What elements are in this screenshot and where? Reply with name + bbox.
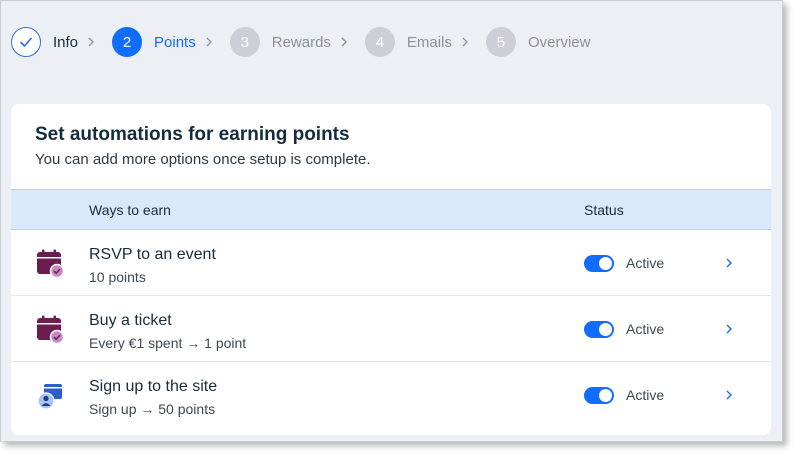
status-text: Active [626,255,665,271]
step-label-rewards: Rewards [271,33,331,51]
status-toggle[interactable] [584,321,614,338]
step-number-circle: 3 [229,27,260,57]
step-emails[interactable]: 4 Emails [364,27,486,57]
step-label-info: Info [53,33,79,51]
step-number-circle: 2 [112,27,143,57]
row-title: Sign up to the site [89,378,218,395]
step-points[interactable]: 2 Points [112,27,230,57]
column-header-status: Status [584,202,624,218]
step-rewards[interactable]: 3 Rewards [229,27,365,57]
row-title: Buy a ticket [89,312,172,329]
row-subtitle: Sign up → 50 points [89,401,216,417]
step-info[interactable]: Info [11,27,112,57]
row-subtitle: 10 points [89,269,146,285]
calendar-check-icon [35,315,65,345]
step-number-circle: 5 [485,27,516,57]
calendar-check-icon [35,249,65,279]
chevron-right-icon[interactable] [721,321,737,337]
user-signup-icon [35,381,65,411]
step-label-overview: Overview [527,33,591,51]
status-toggle[interactable] [584,255,614,272]
step-label-points: Points [154,33,196,51]
card-subtitle: You can add more options once setup is c… [35,151,371,168]
chevron-right-icon [200,33,218,51]
row-title: RSVP to an event [89,246,216,263]
earning-points-card: Set automations for earning points You c… [11,104,771,435]
setup-stepper: Info 2 Points 3 Rewards 4 Emails 5 Overv… [11,27,590,57]
chevron-right-icon[interactable] [721,255,737,271]
step-done-circle [11,27,41,57]
toggle-knob [599,257,612,270]
step-label-emails: Emails [406,33,452,51]
chevron-right-icon [456,33,474,51]
status-text: Active [626,321,665,337]
step-number-circle: 4 [364,27,395,57]
chevron-right-icon [335,33,353,51]
table-row[interactable]: RSVP to an event 10 points Active [11,230,771,296]
toggle-knob [599,323,612,336]
table-row[interactable]: Buy a ticket Every €1 spent → 1 point Ac… [11,296,771,362]
table-row[interactable]: Sign up to the site Sign up → 50 points … [11,362,771,428]
card-title: Set automations for earning points [35,124,350,145]
status-toggle[interactable] [584,387,614,404]
checkmark-icon [20,37,32,47]
column-header-ways: Ways to earn [89,202,171,218]
window-frame: Info 2 Points 3 Rewards 4 Emails 5 Overv… [0,0,783,442]
row-subtitle: Every €1 spent → 1 point [89,335,247,351]
table-header: Ways to earn Status [11,189,771,230]
chevron-right-icon [82,33,100,51]
step-overview[interactable]: 5 Overview [485,27,591,57]
chevron-right-icon[interactable] [721,387,737,403]
status-text: Active [626,387,665,403]
toggle-knob [599,389,612,402]
